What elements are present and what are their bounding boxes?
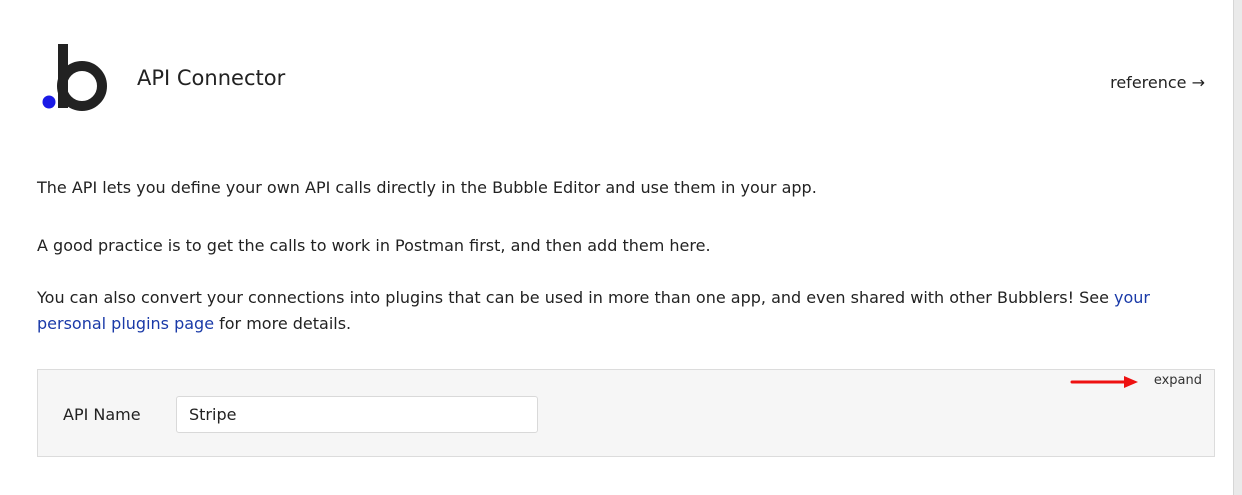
scrollbar[interactable] xyxy=(1233,0,1242,495)
description-paragraph-1: The API lets you define your own API cal… xyxy=(37,178,817,197)
api-name-label: API Name xyxy=(63,405,141,424)
api-connector-page: API Connector reference → The API lets y… xyxy=(0,0,1242,495)
reference-link[interactable]: reference → xyxy=(1110,73,1205,92)
description-paragraph-2: A good practice is to get the calls to w… xyxy=(37,236,711,255)
bubble-logo-icon xyxy=(42,44,107,111)
api-panel: expand API Name xyxy=(37,369,1215,457)
description-text-after-link: for more details. xyxy=(214,314,352,333)
description-text-before-link: You can also convert your connections in… xyxy=(37,288,1115,307)
api-name-input[interactable] xyxy=(176,396,538,433)
page-title: API Connector xyxy=(137,66,286,90)
description-paragraph-3: You can also convert your connections in… xyxy=(37,285,1197,337)
expand-button[interactable]: expand xyxy=(1154,373,1202,388)
red-arrow-annotation-icon xyxy=(1070,376,1138,388)
